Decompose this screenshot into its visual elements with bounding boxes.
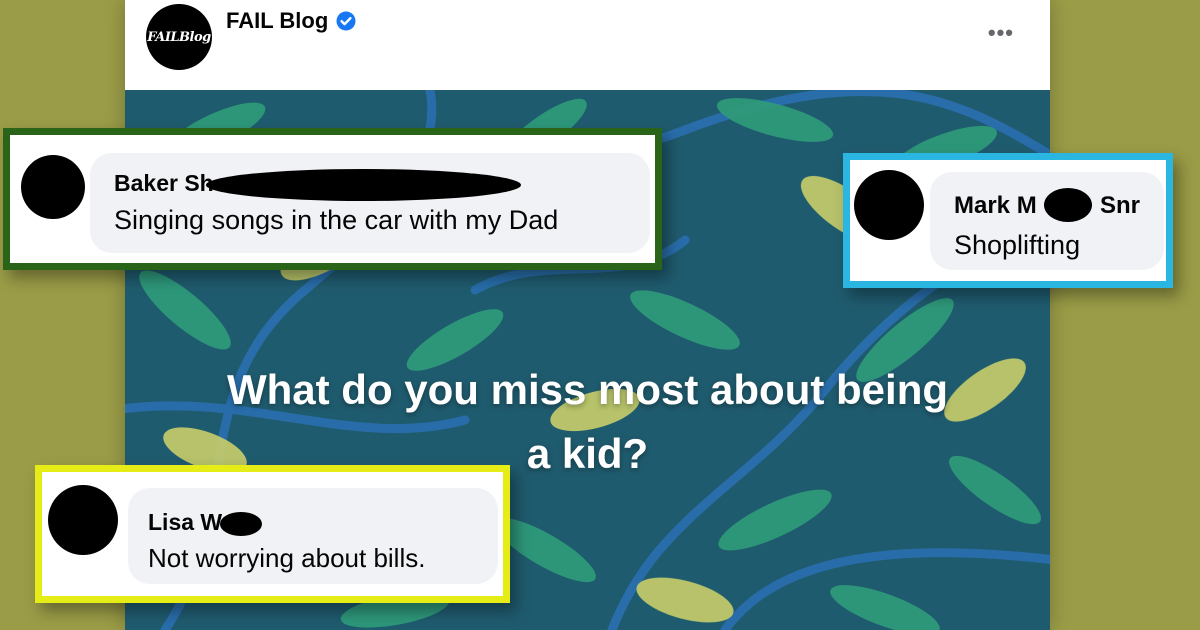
comment-card-baker: Baker Sh Singing songs in the car with m…	[3, 128, 662, 270]
page-name-link[interactable]: FAIL Blog	[226, 8, 328, 34]
redaction-mark	[220, 512, 262, 536]
commenter-avatar[interactable]	[21, 155, 85, 219]
commenter-avatar[interactable]	[854, 170, 924, 240]
comment-bubble: Lisa W Not worrying about bills.	[128, 488, 498, 584]
more-options-icon[interactable]: •••	[988, 22, 1014, 44]
question-line-1: What do you miss most about being	[226, 366, 948, 413]
page-avatar[interactable]: FAILBlog	[146, 4, 212, 70]
comment-bubble: Mark M Snr Shoplifting	[930, 172, 1164, 270]
comment-card-lisa: Lisa W Not worrying about bills.	[35, 465, 510, 603]
comment-text: Singing songs in the car with my Dad	[114, 205, 559, 235]
page-name-row: FAIL Blog	[226, 8, 356, 34]
commenter-name[interactable]: Baker Sh	[114, 170, 214, 197]
comment-text: Not worrying about bills.	[148, 543, 426, 573]
commenter-name[interactable]: Lisa W	[148, 509, 222, 536]
comment-card-mark: Mark M Snr Shoplifting	[843, 153, 1173, 288]
commenter-avatar[interactable]	[48, 485, 118, 555]
commenter-name[interactable]: Mark M	[954, 192, 1037, 220]
comment-bubble: Baker Sh Singing songs in the car with m…	[90, 153, 650, 253]
post-header: FAILBlog FAIL Blog •••	[125, 0, 1050, 90]
redaction-mark	[1044, 188, 1092, 222]
commenter-name-suffix[interactable]: Snr	[1100, 192, 1140, 220]
verified-badge-icon	[336, 11, 356, 31]
redaction-mark	[206, 169, 521, 201]
comment-text: Shoplifting	[954, 230, 1081, 260]
